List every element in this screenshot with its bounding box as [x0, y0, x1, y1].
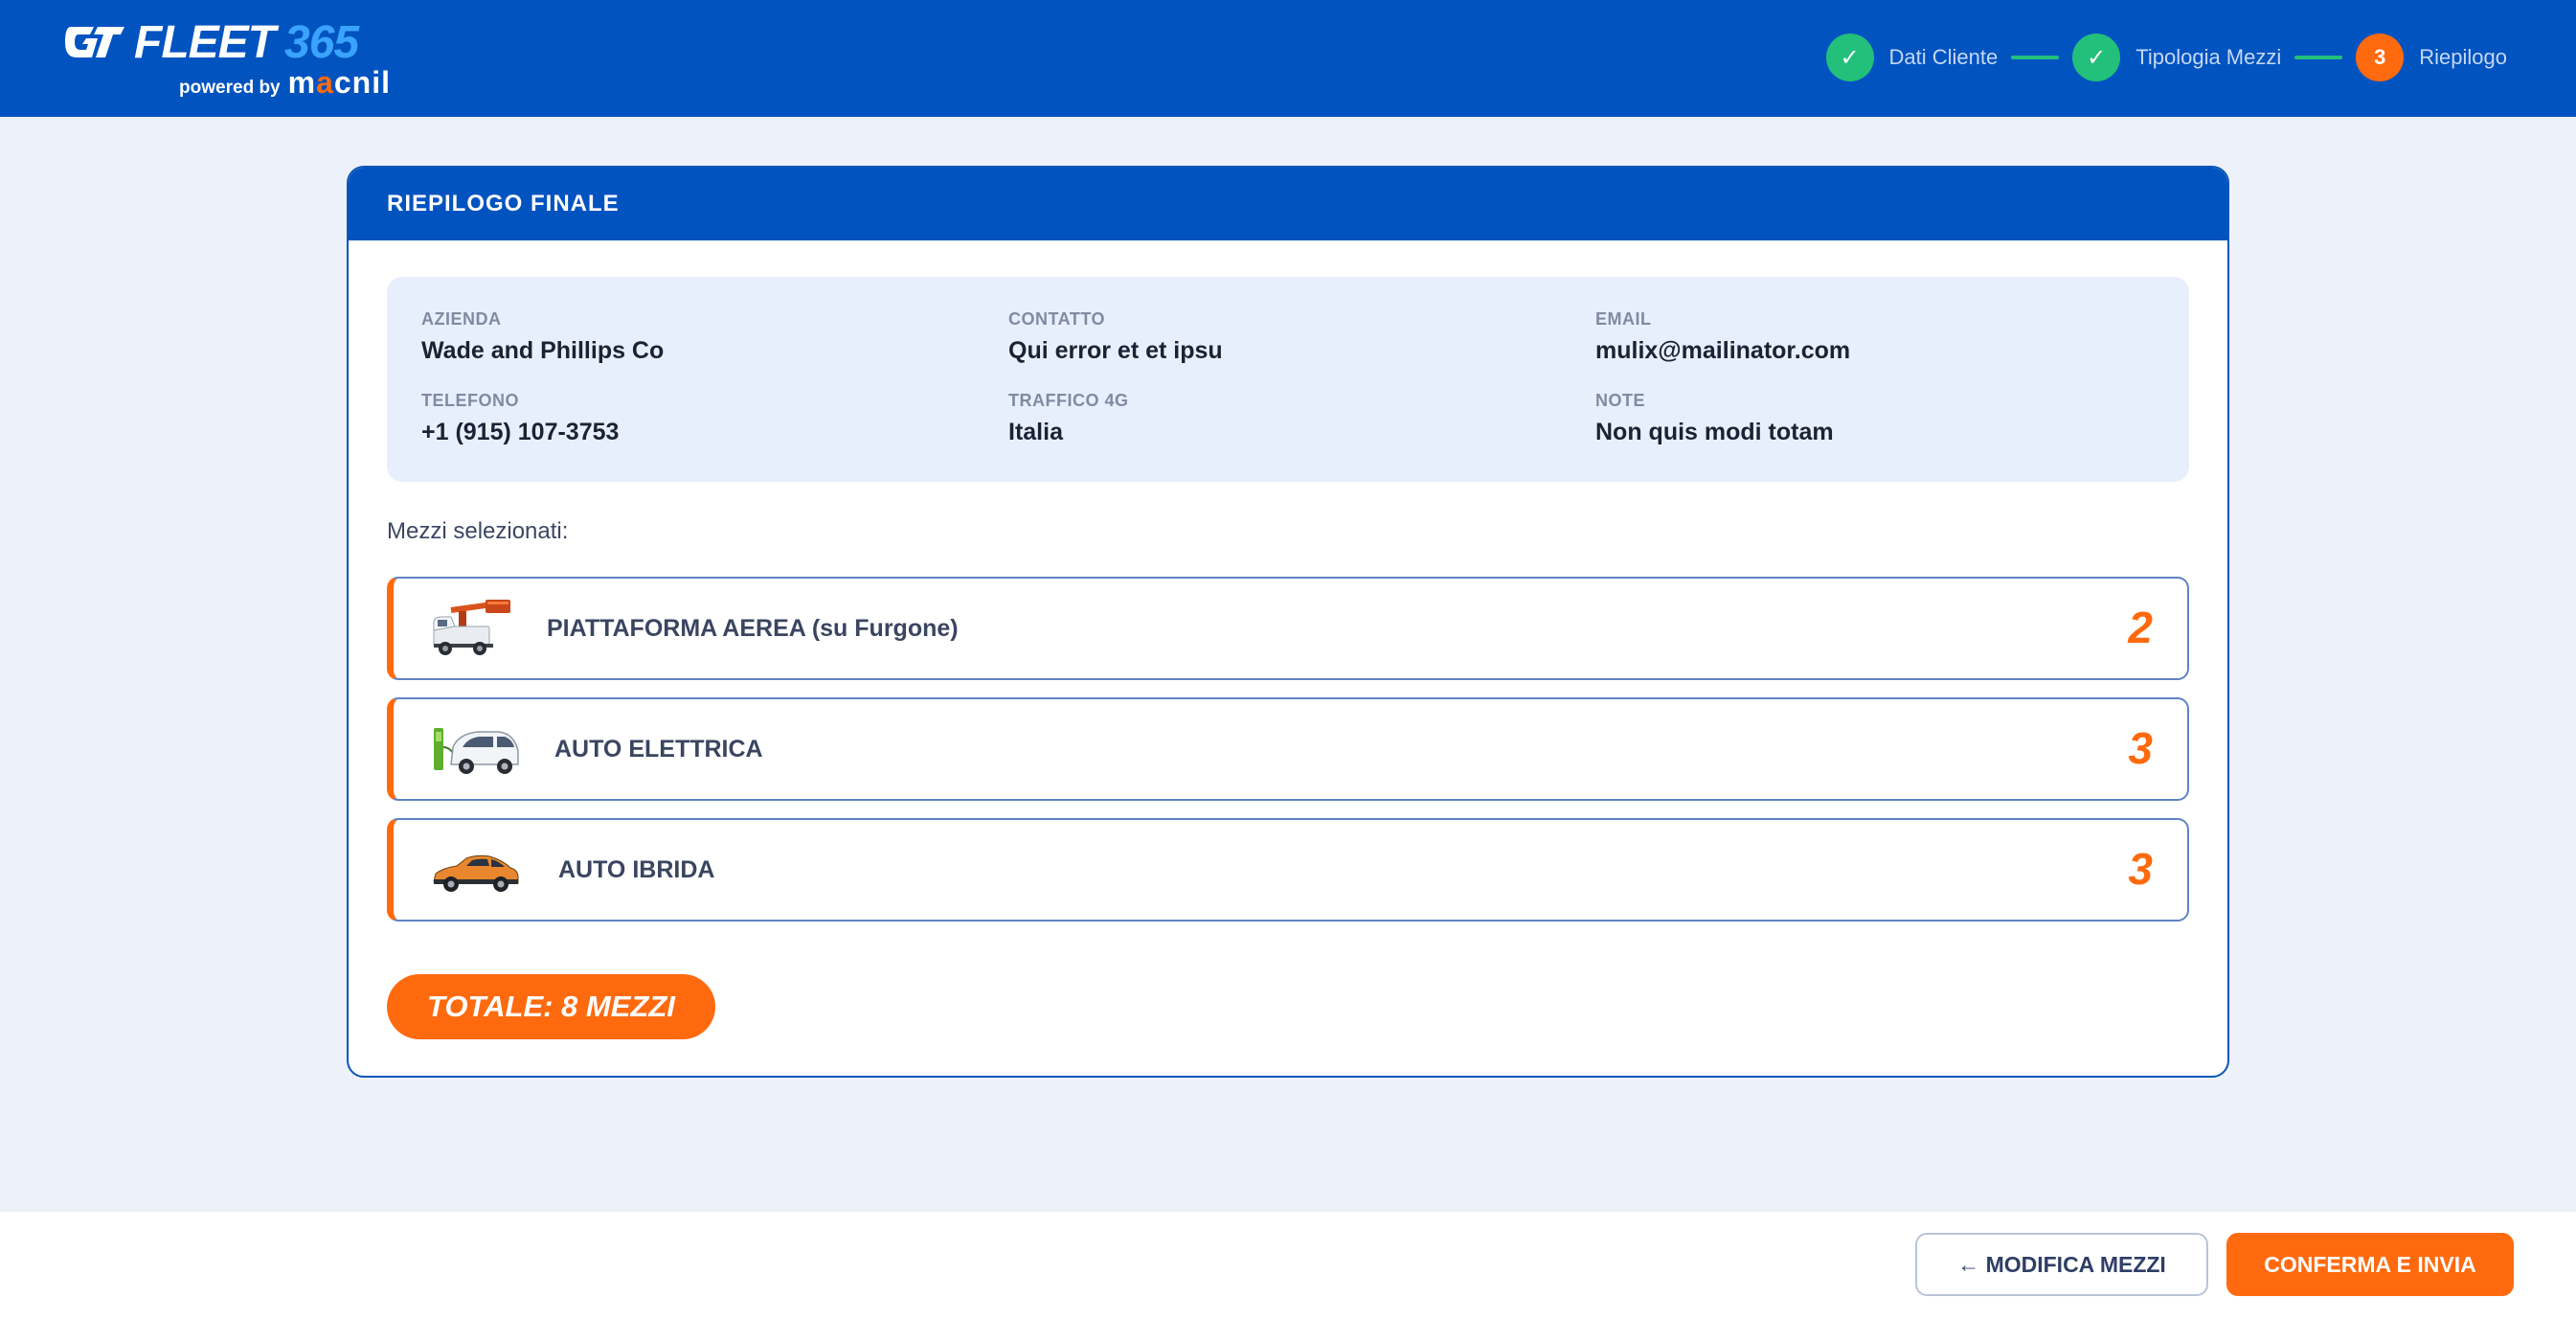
info-company: AZIENDA Wade and Phillips Co	[421, 309, 664, 365]
vehicle-name: PIATTAFORMA AEREA (su Furgone)	[547, 615, 959, 642]
progress-stepper: ✓ Dati Cliente ✓ Tipologia Mezzi 3 Riepi…	[1825, 33, 2507, 82]
step-connector	[2011, 56, 2060, 59]
summary-title: RIEPILOGO FINALE	[387, 191, 620, 216]
info-label: CONTATTO	[1008, 309, 1105, 329]
step-2-label: Tipologia Mezzi	[2135, 45, 2282, 69]
info-traffic-4g: TRAFFICO 4G Italia	[1008, 391, 1129, 446]
summary-card-header: RIEPILOGO FINALE	[349, 168, 2227, 240]
logo-mark-icon	[65, 27, 124, 57]
info-label: NOTE	[1595, 391, 1646, 410]
electric-car-image	[434, 728, 519, 774]
edit-vehicles-button[interactable]: ← MODIFICA MEZZI	[1915, 1233, 2208, 1296]
info-notes: NOTE Non quis modi totam	[1595, 391, 1834, 446]
vehicle-name: AUTO IBRIDA	[558, 856, 715, 883]
logo-365-text: 365	[284, 16, 359, 68]
info-value: +1 (915) 107-3753	[421, 419, 620, 445]
hybrid-car-image	[433, 854, 519, 892]
logo-powered-by: powered by	[179, 78, 281, 98]
step-3-label: Riepilogo	[2419, 45, 2507, 69]
info-label: TRAFFICO 4G	[1008, 391, 1129, 410]
info-value: mulix@mailinator.com	[1595, 337, 1851, 364]
info-contact: CONTATTO Qui error et et ipsu	[1008, 309, 1223, 365]
step-1-check-icon: ✓	[1825, 34, 1874, 81]
step-2-check-icon: ✓	[2072, 34, 2121, 81]
total-vehicles-badge: TOTALE: 8 MEZZI	[387, 974, 715, 1039]
info-value: Italia	[1008, 419, 1063, 445]
vehicle-row: PIATTAFORMA AEREA (su Furgone) 2	[387, 577, 2189, 680]
info-value: Non quis modi totam	[1595, 419, 1834, 445]
step-connector	[2294, 56, 2343, 59]
info-label: AZIENDA	[421, 309, 502, 329]
info-label: TELEFONO	[421, 391, 519, 410]
vehicles-section-label: Mezzi selezionati:	[387, 518, 569, 544]
info-label: EMAIL	[1595, 309, 1652, 329]
vehicle-count: 3	[2128, 844, 2153, 894]
summary-card: RIEPILOGO FINALE AZIENDA Wade and Philli…	[347, 166, 2229, 1078]
logo-fleet-text: FLEET	[134, 16, 276, 68]
vehicle-row: AUTO IBRIDA 3	[387, 818, 2189, 922]
info-email: EMAIL mulix@mailinator.com	[1595, 309, 1850, 365]
info-value: Wade and Phillips Co	[421, 337, 665, 364]
info-value: Qui error et et ipsu	[1008, 337, 1223, 364]
vehicle-row: AUTO ELETTRICA 3	[387, 697, 2189, 801]
logo-macnil: macnil	[287, 65, 391, 100]
vehicle-count: 2	[2128, 603, 2153, 652]
vehicle-name: AUTO ELETTRICA	[554, 736, 763, 762]
vehicle-count: 3	[2128, 723, 2153, 773]
step-3-number: 3	[2356, 34, 2405, 81]
footer-bar: ← MODIFICA MEZZI CONFERMA E INVIA	[0, 1212, 2576, 1320]
aerial-platform-van-image	[433, 600, 510, 655]
info-phone: TELEFONO +1 (915) 107-3753	[421, 391, 619, 446]
confirm-submit-button[interactable]: CONFERMA E INVIA	[2226, 1233, 2514, 1296]
step-1-label: Dati Cliente	[1888, 45, 1999, 69]
top-header: FLEET 365 powered by macnil ✓ Dati Clien…	[0, 0, 2576, 117]
client-info-box: AZIENDA Wade and Phillips Co CONTATTO Qu…	[387, 277, 2189, 482]
fleet365-logo: FLEET 365 powered by macnil	[65, 16, 391, 100]
